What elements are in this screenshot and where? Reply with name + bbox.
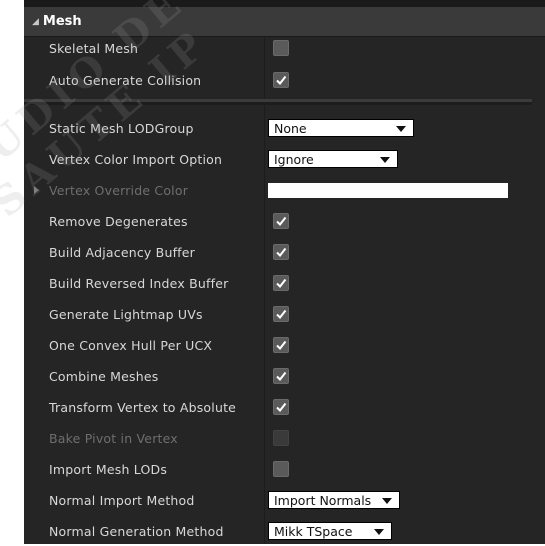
panel-top-strip <box>24 0 545 7</box>
row-combine-meshes: Combine Meshes <box>24 361 545 391</box>
row-label: Normal Import Method <box>49 492 195 508</box>
row-label: One Convex Hull Per UCX <box>49 337 213 353</box>
dropdown-arrow-icon <box>382 498 392 504</box>
collapse-triangle-icon[interactable]: ◢ <box>32 17 39 27</box>
row-auto-generate-collision: Auto Generate Collision <box>24 65 545 95</box>
row-label: Build Reversed Index Buffer <box>49 275 229 291</box>
row-label: Generate Lightmap UVs <box>49 306 203 322</box>
row-label: Static Mesh LODGroup <box>49 120 194 136</box>
dropdown-value: Ignore <box>274 151 314 167</box>
row-remove-degenerates: Remove Degenerates <box>24 206 545 236</box>
dropdown-value: None <box>274 120 307 136</box>
checkmark-icon <box>276 402 287 413</box>
checkmark-icon <box>276 216 287 227</box>
build-adjacency-buffer-checkbox[interactable] <box>273 244 289 260</box>
row-one-convex-hull-per-ucx: One Convex Hull Per UCX <box>24 330 545 360</box>
details-panel: ◢ Mesh Skeletal Mesh Auto Generate Colli… <box>24 0 545 544</box>
dropdown-value: Mikk TSpace <box>274 523 353 539</box>
row-vertex-override-color: Vertex Override Color <box>24 175 545 205</box>
row-label: Combine Meshes <box>49 368 159 384</box>
normal-import-method-dropdown[interactable]: Import Normals <box>268 491 400 509</box>
row-skeletal-mesh: Skeletal Mesh <box>24 33 545 63</box>
static-mesh-lodgroup-dropdown[interactable]: None <box>268 119 414 137</box>
row-normal-generation-method: Normal Generation Method Mikk TSpace <box>24 516 545 546</box>
combine-meshes-checkbox[interactable] <box>273 368 289 384</box>
checkmark-icon <box>276 309 287 320</box>
row-generate-lightmap-uvs: Generate Lightmap UVs <box>24 299 545 329</box>
row-label: Import Mesh LODs <box>49 461 168 477</box>
row-label: Transform Vertex to Absolute <box>49 399 237 415</box>
row-transform-vertex-to-absolute: Transform Vertex to Absolute <box>24 392 545 422</box>
group-divider-shadow <box>24 102 532 105</box>
row-build-reversed-index-buffer: Build Reversed Index Buffer <box>24 268 545 298</box>
remove-degenerates-checkbox[interactable] <box>273 213 289 229</box>
row-label: Vertex Override Color <box>49 182 189 198</box>
import-mesh-lods-checkbox[interactable] <box>273 461 289 477</box>
row-label: Normal Generation Method <box>49 523 224 539</box>
row-label: Remove Degenerates <box>49 213 188 229</box>
auto-generate-collision-checkbox[interactable] <box>273 72 289 88</box>
checkmark-icon <box>276 75 287 86</box>
row-bake-pivot-in-vertex: Bake Pivot in Vertex <box>24 423 545 453</box>
dropdown-arrow-icon <box>396 126 406 132</box>
checkmark-icon <box>276 278 287 289</box>
row-label: Build Adjacency Buffer <box>49 244 196 260</box>
row-build-adjacency-buffer: Build Adjacency Buffer <box>24 237 545 267</box>
row-label: Bake Pivot in Vertex <box>49 430 178 446</box>
vertex-color-import-option-dropdown[interactable]: Ignore <box>268 150 398 168</box>
checkmark-icon <box>276 247 287 258</box>
row-label: Vertex Color Import Option <box>49 151 223 167</box>
vertex-override-color-swatch[interactable] <box>268 182 508 198</box>
checkmark-icon <box>276 371 287 382</box>
row-import-mesh-lods: Import Mesh LODs <box>24 454 545 484</box>
dropdown-arrow-icon <box>380 157 390 163</box>
expand-arrow-icon[interactable] <box>34 186 39 194</box>
row-normal-import-method: Normal Import Method Import Normals <box>24 485 545 515</box>
bake-pivot-in-vertex-checkbox <box>273 430 289 446</box>
row-label: Auto Generate Collision <box>49 72 202 88</box>
build-reversed-index-buffer-checkbox[interactable] <box>273 275 289 291</box>
generate-lightmap-uvs-checkbox[interactable] <box>273 306 289 322</box>
normal-generation-method-dropdown[interactable]: Mikk TSpace <box>268 522 392 540</box>
section-title: Mesh <box>42 14 82 29</box>
one-convex-hull-per-ucx-checkbox[interactable] <box>273 337 289 353</box>
transform-vertex-to-absolute-checkbox[interactable] <box>273 399 289 415</box>
checkmark-icon <box>276 340 287 351</box>
skeletal-mesh-checkbox[interactable] <box>273 40 289 56</box>
dropdown-value: Import Normals <box>274 492 372 508</box>
dropdown-arrow-icon <box>374 529 384 535</box>
row-static-mesh-lodgroup: Static Mesh LODGroup None <box>24 113 545 143</box>
row-label: Skeletal Mesh <box>49 40 139 56</box>
row-vertex-color-import-option: Vertex Color Import Option Ignore <box>24 144 545 174</box>
